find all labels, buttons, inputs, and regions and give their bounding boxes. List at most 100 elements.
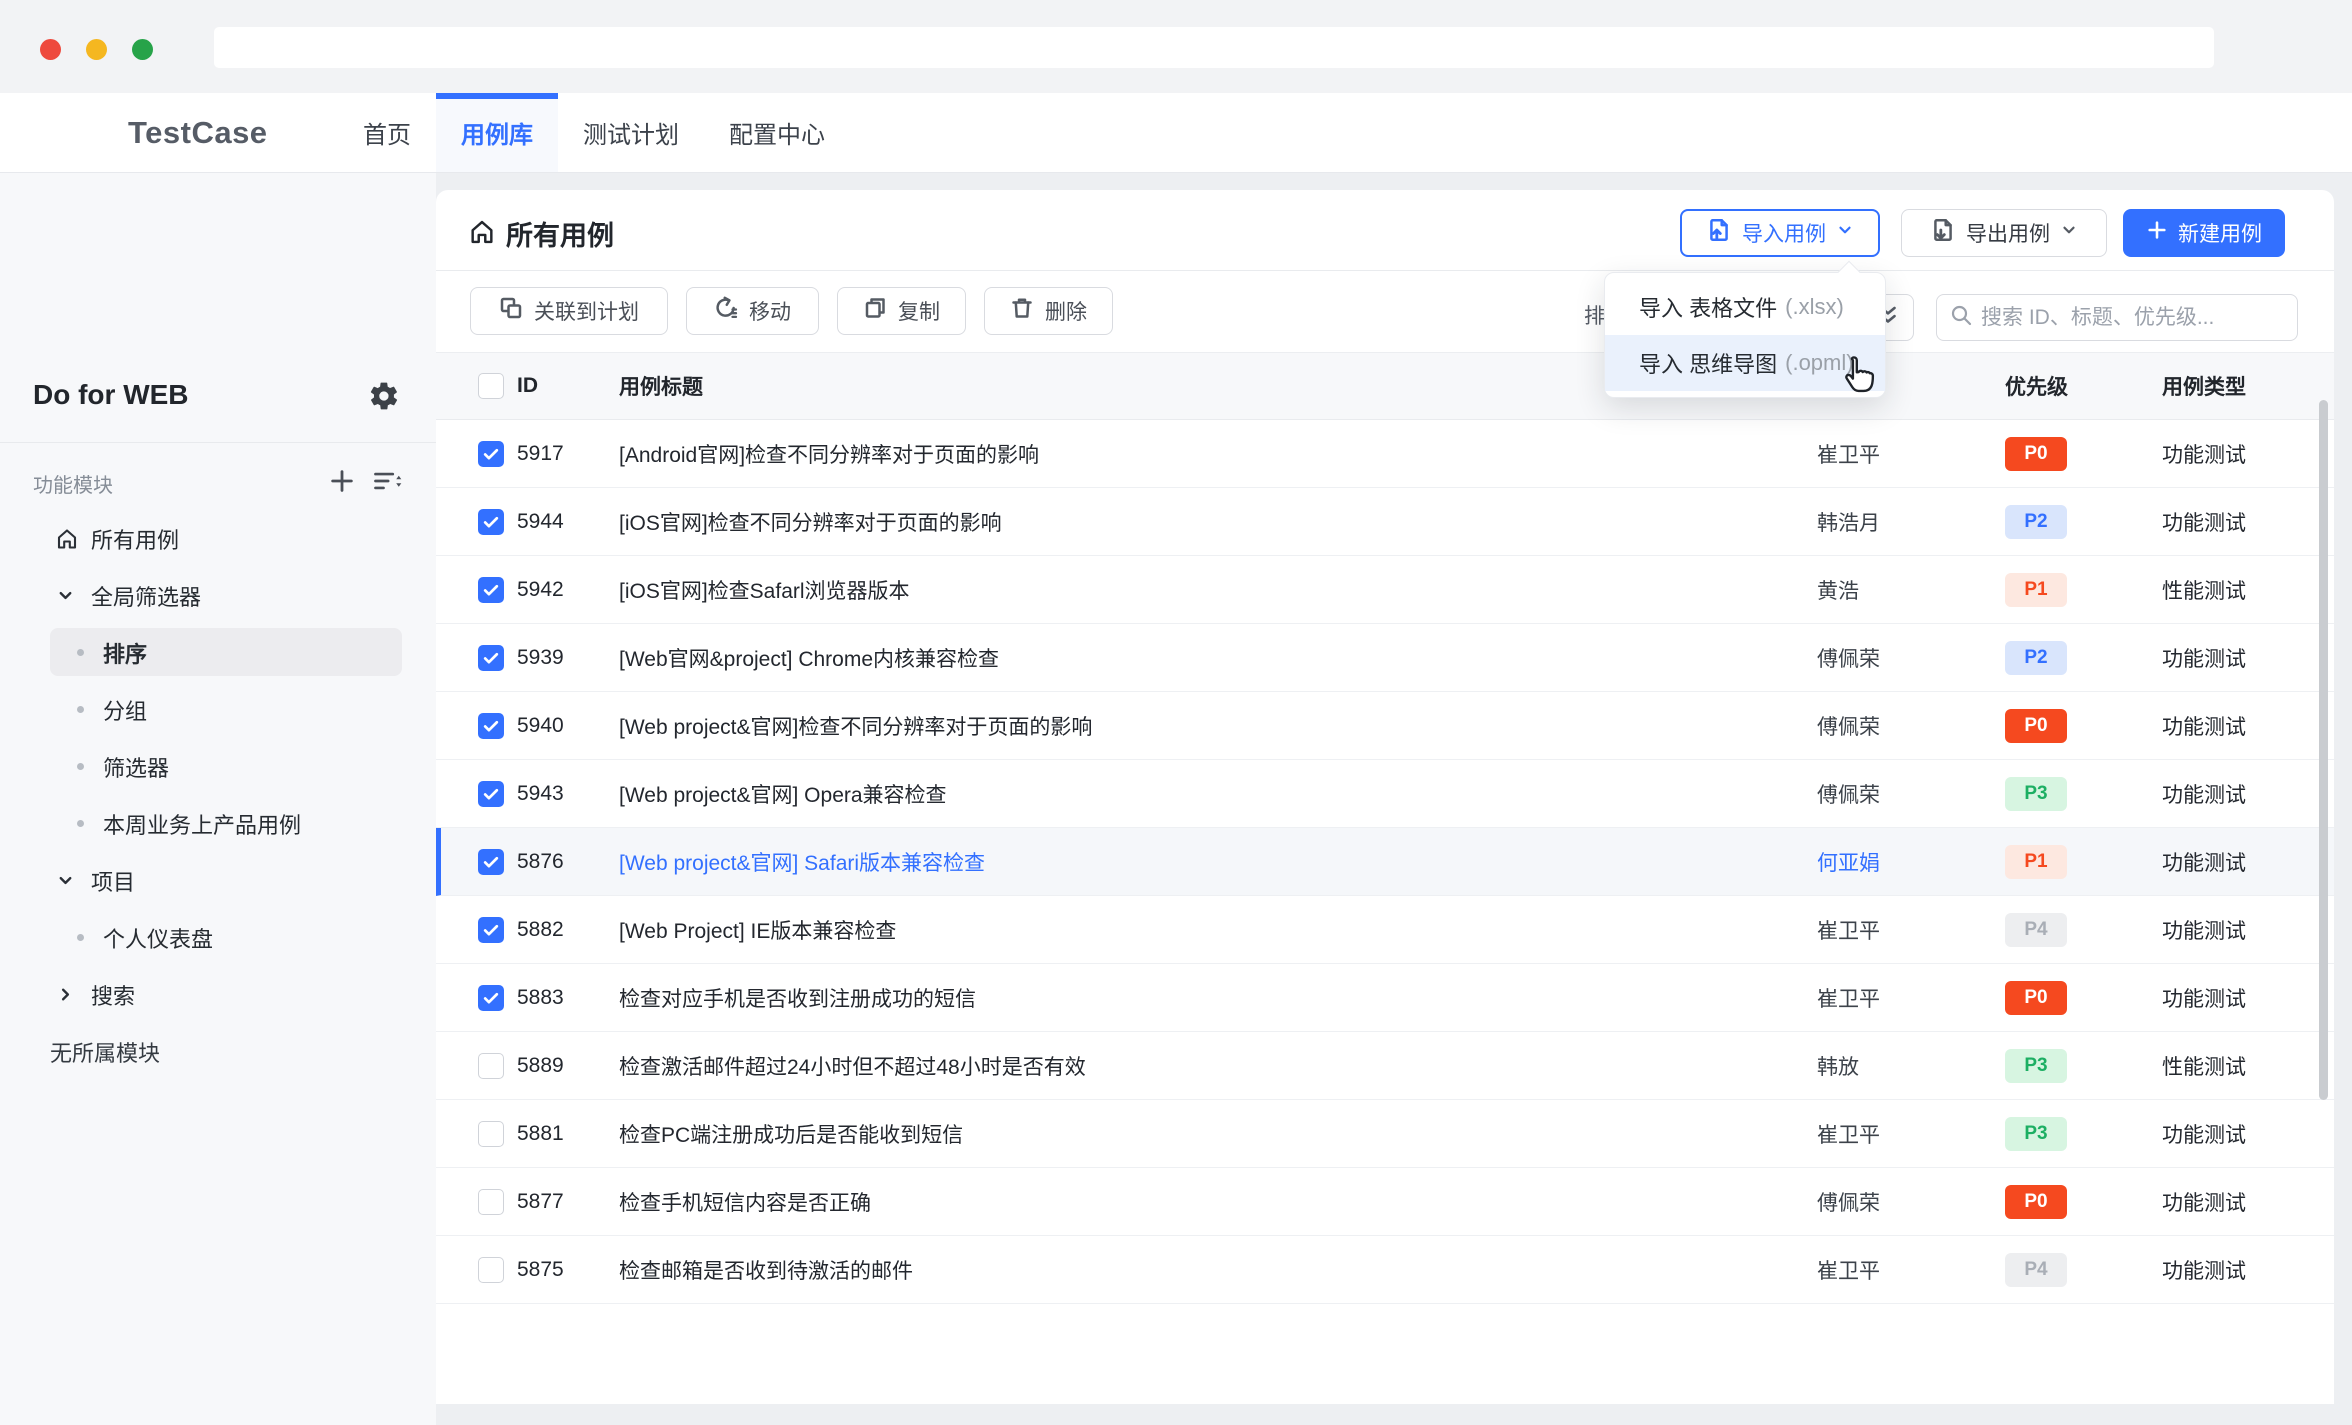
cell-title[interactable]: 检查PC端注册成功后是否能收到短信 [619, 1119, 1817, 1149]
import-cases-button[interactable]: 导入用例 [1680, 209, 1880, 257]
cell-title[interactable]: [Web project&官网] Opera兼容检查 [619, 779, 1817, 809]
cell-title[interactable]: [Android官网]检查不同分辨率对于页面的影响 [619, 439, 1817, 469]
import-menu: 导入 表格文件 (.xlsx) 导入 思维导图 (.opml) [1604, 272, 1886, 398]
table-row[interactable]: 5882[Web Project] IE版本兼容检查崔卫平P4功能测试 [436, 896, 2334, 964]
sidebar-item-8[interactable]: 搜索 [0, 966, 436, 1023]
priority-badge: P0 [2005, 709, 2067, 743]
sidebar-item-0[interactable]: 所有用例 [0, 510, 436, 567]
row-checkbox[interactable] [478, 713, 504, 739]
sidebar-item-label: 项目 [91, 865, 135, 897]
cell-title[interactable]: 检查激活邮件超过24小时但不超过48小时是否有效 [619, 1051, 1817, 1081]
copy-button[interactable]: 复制 [837, 287, 966, 335]
sidebar-item-9[interactable]: 无所属模块 [0, 1023, 436, 1080]
table-row[interactable]: 5940[Web project&官网]检查不同分辨率对于页面的影响傅佩荣P0功… [436, 692, 2334, 760]
search-input[interactable] [1981, 306, 2285, 330]
cell-title[interactable]: [iOS官网]检查不同分辨率对于页面的影响 [619, 507, 1817, 537]
table-row[interactable]: 5917[Android官网]检查不同分辨率对于页面的影响崔卫平P0功能测试 [436, 420, 2334, 488]
cell-type: 功能测试 [2162, 847, 2334, 877]
select-all-checkbox[interactable] [478, 373, 504, 399]
cell-title[interactable]: 检查对应手机是否收到注册成功的短信 [619, 983, 1817, 1013]
row-checkbox[interactable] [478, 849, 504, 875]
menu-item-import-xlsx[interactable]: 导入 表格文件 (.xlsx) [1605, 279, 1885, 335]
priority-badge: P3 [2005, 1117, 2067, 1151]
cell-title[interactable]: [Web官网&project] Chrome内核兼容检查 [619, 643, 1817, 673]
cell-title[interactable]: [Web project&官网] Safari版本兼容检查 [619, 847, 1817, 877]
menu-item-import-opml[interactable]: 导入 思维导图 (.opml) [1605, 335, 1885, 391]
row-checkbox[interactable] [478, 509, 504, 535]
cell-title[interactable]: [Web Project] IE版本兼容检查 [619, 915, 1817, 945]
window-close-button[interactable] [40, 39, 61, 60]
row-checkbox[interactable] [478, 441, 504, 467]
sidebar-item-label: 个人仪表盘 [103, 922, 213, 954]
row-checkbox[interactable] [478, 985, 504, 1011]
cell-type: 功能测试 [2162, 507, 2334, 537]
table-row[interactable]: 5876[Web project&官网] Safari版本兼容检查何亚娟P1功能… [436, 828, 2334, 896]
table-row[interactable]: 5881检查PC端注册成功后是否能收到短信崔卫平P3功能测试 [436, 1100, 2334, 1168]
nav-tab-2[interactable]: 测试计划 [558, 93, 704, 172]
sidebar-item-1[interactable]: 全局筛选器 [0, 567, 436, 624]
sidebar-item-5[interactable]: 本周业务上产品用例 [0, 795, 436, 852]
nav-tab-1[interactable]: 用例库 [436, 93, 558, 172]
menu-item-label: 导入 表格文件 [1639, 291, 1777, 323]
table-row[interactable]: 5944[iOS官网]检查不同分辨率对于页面的影响韩浩月P2功能测试 [436, 488, 2334, 556]
sidebar-item-7[interactable]: 个人仪表盘 [0, 909, 436, 966]
table-row[interactable]: 5889检查激活邮件超过24小时但不超过48小时是否有效韩放P3性能测试 [436, 1032, 2334, 1100]
priority-badge: P2 [2005, 641, 2067, 675]
row-checkbox[interactable] [478, 781, 504, 807]
address-bar[interactable] [214, 27, 2214, 68]
table-row[interactable]: 5939[Web官网&project] Chrome内核兼容检查傅佩荣P2功能测… [436, 624, 2334, 692]
nav-tab-3[interactable]: 配置中心 [704, 93, 850, 172]
vertical-scrollbar[interactable] [2319, 400, 2328, 1100]
nav-tab-0[interactable]: 首页 [338, 93, 436, 172]
page-title: 所有用例 [506, 214, 614, 253]
window-minimize-button[interactable] [86, 39, 107, 60]
cell-type: 功能测试 [2162, 915, 2334, 945]
table-row[interactable]: 5943[Web project&官网] Opera兼容检查傅佩荣P3功能测试 [436, 760, 2334, 828]
app-window: TestCase 首页用例库测试计划配置中心 Do for WEB [0, 0, 2352, 1425]
menu-item-ext: (.xlsx) [1785, 294, 1844, 320]
table-row[interactable]: 5883检查对应手机是否收到注册成功的短信崔卫平P0功能测试 [436, 964, 2334, 1032]
move-icon [714, 296, 738, 326]
window-zoom-button[interactable] [132, 39, 153, 60]
sort-modules-icon[interactable] [372, 467, 402, 495]
cell-title[interactable]: 检查邮箱是否收到待激活的邮件 [619, 1255, 1817, 1285]
row-checkbox[interactable] [478, 1189, 504, 1215]
table-row[interactable]: 5942[iOS官网]检查Safarl浏览器版本黄浩P1性能测试 [436, 556, 2334, 624]
sidebar-item-6[interactable]: 项目 [0, 852, 436, 909]
menu-item-label: 导入 思维导图 [1639, 347, 1777, 379]
import-file-icon [1706, 217, 1732, 249]
add-module-icon[interactable] [328, 467, 356, 495]
row-checkbox[interactable] [478, 645, 504, 671]
gear-icon[interactable] [368, 380, 400, 412]
row-checkbox[interactable] [478, 917, 504, 943]
chevron-right-icon [56, 985, 75, 1004]
new-case-button[interactable]: 新建用例 [2123, 209, 2285, 257]
col-header-type: 用例类型 [2162, 371, 2334, 401]
col-header-id: ID [517, 374, 619, 398]
cell-title[interactable]: 检查手机短信内容是否正确 [619, 1187, 1817, 1217]
row-checkbox[interactable] [478, 1121, 504, 1147]
cell-type: 功能测试 [2162, 439, 2334, 469]
sidebar-item-3[interactable]: 分组 [0, 681, 436, 738]
sidebar-item-2[interactable]: 排序 [0, 624, 436, 681]
priority-badge: P0 [2005, 1185, 2067, 1219]
row-checkbox[interactable] [478, 1053, 504, 1079]
cell-type: 功能测试 [2162, 779, 2334, 809]
cell-type: 功能测试 [2162, 983, 2334, 1013]
sidebar: Do for WEB 功能模块 所有用例全局筛选器排序分组筛选器本周业务上产品用… [0, 173, 436, 1425]
delete-button[interactable]: 删除 [984, 287, 1113, 335]
move-button[interactable]: 移动 [686, 287, 819, 335]
sidebar-item-4[interactable]: 筛选器 [0, 738, 436, 795]
priority-badge: P2 [2005, 505, 2067, 539]
link-to-plan-button[interactable]: 关联到计划 [470, 287, 668, 335]
table-row[interactable]: 5875检查邮箱是否收到待激活的邮件崔卫平P4功能测试 [436, 1236, 2334, 1304]
cell-title[interactable]: [iOS官网]检查Safarl浏览器版本 [619, 575, 1817, 605]
cell-title[interactable]: [Web project&官网]检查不同分辨率对于页面的影响 [619, 711, 1817, 741]
row-checkbox[interactable] [478, 577, 504, 603]
export-cases-button[interactable]: 导出用例 [1901, 209, 2107, 257]
cell-id: 5942 [517, 578, 619, 602]
row-checkbox[interactable] [478, 1257, 504, 1283]
sidebar-item-label: 全局筛选器 [91, 580, 201, 612]
table-row[interactable]: 5877检查手机短信内容是否正确傅佩荣P0功能测试 [436, 1168, 2334, 1236]
cell-owner: 傅佩荣 [1817, 779, 2005, 809]
